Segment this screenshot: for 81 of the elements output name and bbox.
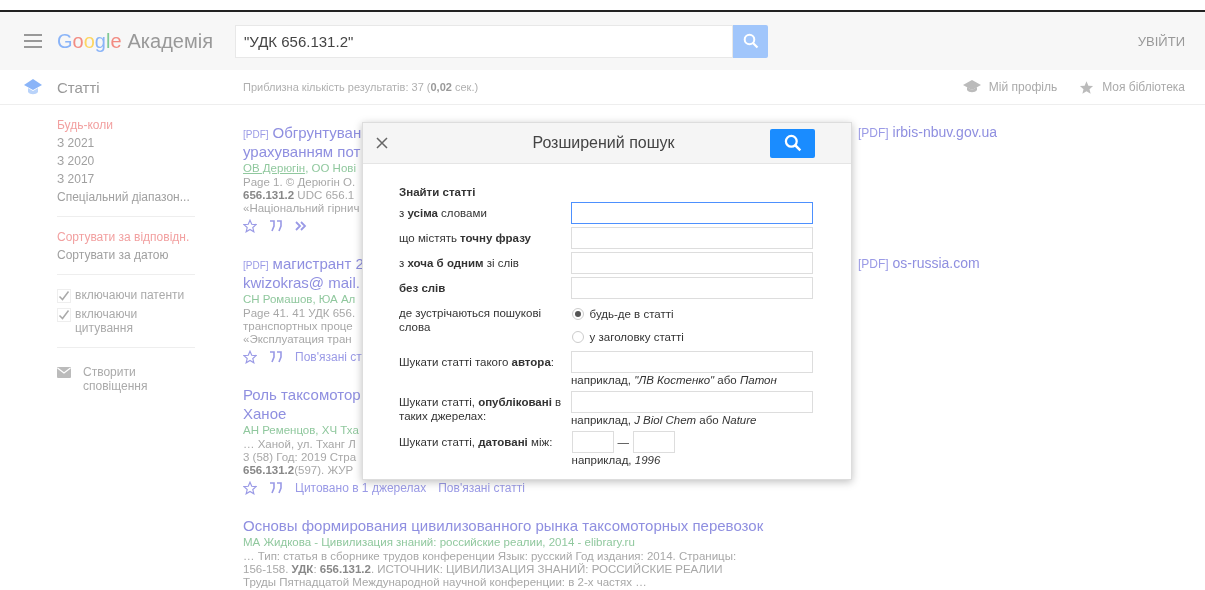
envelope-icon	[57, 367, 71, 378]
snippet-line: 156-158. УДК: 656.131.2. ИСТОЧНИК: ЦИВИЛИЗАЦИЯ ЗНАНИЙ: РОССИЙСКИЕ РЕАЛИИ	[243, 563, 723, 576]
checkbox[interactable]	[57, 289, 71, 303]
snippet-line: транспортных проце	[243, 320, 353, 333]
result-title[interactable]: Роль таксомотор	[243, 385, 361, 404]
field-hint: наприклад, J Biol Chem або Nature	[571, 413, 758, 428]
author-text: МА Жидкова - Цивилизация знаний: российские реалии, 2014 - elibrary.ru	[243, 536, 635, 548]
star-icon[interactable]	[243, 219, 257, 233]
snippet-line: 656.131.2(597). ЖУР	[243, 464, 354, 477]
quote-icon[interactable]	[269, 351, 283, 363]
time-filter-link[interactable]: З 2021	[57, 136, 195, 150]
profile-link[interactable]: Мій профіль	[962, 80, 1058, 94]
time-filter-link[interactable]: Будь-коли	[57, 118, 195, 132]
snippet-line: Page 1. © Дерюгін О.	[243, 176, 356, 189]
field-label: Шукати статті, опубліковані в таких джерелах:	[399, 395, 563, 424]
search-icon	[742, 33, 759, 49]
field-label: що містять точну фразу	[399, 231, 532, 246]
double-chevron-icon[interactable]	[295, 220, 309, 232]
section-title: Статті	[57, 78, 101, 96]
pdf-tag: [PDF]	[243, 129, 269, 140]
result-title[interactable]: Обгрунтуван	[272, 123, 362, 142]
field-label: Шукати статті, датовані між:	[399, 435, 554, 450]
snippet-line: 656.131.2 UDC 656.1	[243, 189, 355, 202]
author-text: СН Ромашов, ЮА Ал	[243, 293, 356, 305]
year-from-field[interactable]	[571, 431, 614, 453]
sort-link[interactable]: Сортувати за відповідн.	[57, 230, 195, 244]
action-link[interactable]: Пов'язані ст	[295, 350, 362, 364]
star-icon[interactable]	[243, 350, 257, 364]
result-title[interactable]: Основы формирования цивилизованного рынка таксомоторных перевозок	[243, 516, 764, 535]
snippet-line: Page 41. 41 УДК 656.	[243, 307, 356, 320]
quote-icon[interactable]	[269, 482, 283, 494]
result-stats: Приблизна кількість результатів: 37 (0,02 сек.)	[243, 81, 479, 93]
snippet-line: … Ханой, ул. Тханг Л	[243, 438, 356, 451]
sign-in-link[interactable]: УВІЙТИ	[1137, 33, 1185, 49]
range-separator: —	[617, 436, 630, 448]
search-button[interactable]	[770, 128, 815, 158]
menu-icon[interactable]	[24, 34, 42, 48]
pdf-tag: [PDF]	[243, 260, 269, 271]
logo[interactable]: Google Академія	[57, 29, 235, 53]
search-icon	[783, 134, 802, 152]
field-hint: наприклад, 1996	[571, 453, 662, 468]
section-heading: Знайти статті	[399, 186, 477, 198]
author-text: , ОО Нові	[305, 162, 356, 174]
checkbox-label[interactable]: включаючи цитування	[75, 307, 193, 335]
star-icon	[1079, 79, 1095, 95]
dialog-title: Розширений пошук	[531, 134, 676, 152]
library-link[interactable]: Моя бібліотека	[1079, 79, 1185, 95]
time-filter-link[interactable]: З 2017	[57, 172, 195, 186]
field-hint: наприклад, "ЛВ Костенко" або Патон	[571, 373, 778, 388]
close-icon	[376, 137, 388, 149]
checkbox[interactable]	[57, 308, 71, 322]
snippet-line: 3 (58) Год: 2019 Стра	[243, 451, 357, 464]
pdf-source-link[interactable]: [PDF] irbis-nbuv.gov.ua	[858, 124, 998, 140]
time-filter-link[interactable]: З 2020	[57, 154, 195, 168]
field-label: з усіма словами	[399, 206, 488, 221]
sort-link[interactable]: Сортувати за датою	[57, 248, 195, 262]
time-filter-link[interactable]: Спеціальний діапазон...	[57, 190, 195, 204]
author-text: АН Ременцов, ХЧ Тха	[243, 424, 359, 436]
search-field[interactable]: "УДК 656.131.2"	[235, 24, 733, 58]
year-to-field[interactable]	[633, 431, 676, 453]
field-label: без слів	[399, 281, 447, 296]
action-link[interactable]: Пов'язані статті	[438, 481, 525, 495]
search-button[interactable]	[733, 24, 768, 58]
checkbox-label[interactable]: включаючи патенти	[75, 288, 193, 302]
graduation-cap-icon	[24, 79, 42, 95]
field-label: Шукати статті такого автора:	[399, 355, 555, 370]
quote-icon[interactable]	[269, 220, 283, 232]
star-icon[interactable]	[243, 481, 257, 495]
action-link[interactable]: Цитовано в 1 джерелах	[295, 481, 427, 495]
field-label: де зустрічаються пошукові слова	[399, 306, 543, 335]
snippet-line: … Тип: статья в сборнике трудов конференции Язык: русский Год издания: 2014. Страницы:	[243, 550, 737, 563]
graduation-cap-icon	[962, 80, 981, 94]
snippet-line: «Эксплуатация тран	[243, 333, 352, 346]
pdf-source-link[interactable]: [PDF] os-russia.com	[858, 255, 980, 271]
snippet-line: «Національний гірнич	[243, 202, 360, 215]
create-alert-link[interactable]: Створити сповіщення	[83, 365, 163, 393]
radio-label[interactable]: будь-де в статті	[589, 307, 674, 320]
snippet-line: Труды Пятнадцатой Международной научной конференции: в 2-х частях …	[243, 576, 647, 589]
field-label: з хоча б одним зі слів	[399, 256, 520, 271]
input-field[interactable]	[571, 202, 813, 224]
radio-label[interactable]: у заголовку статті	[589, 330, 684, 343]
